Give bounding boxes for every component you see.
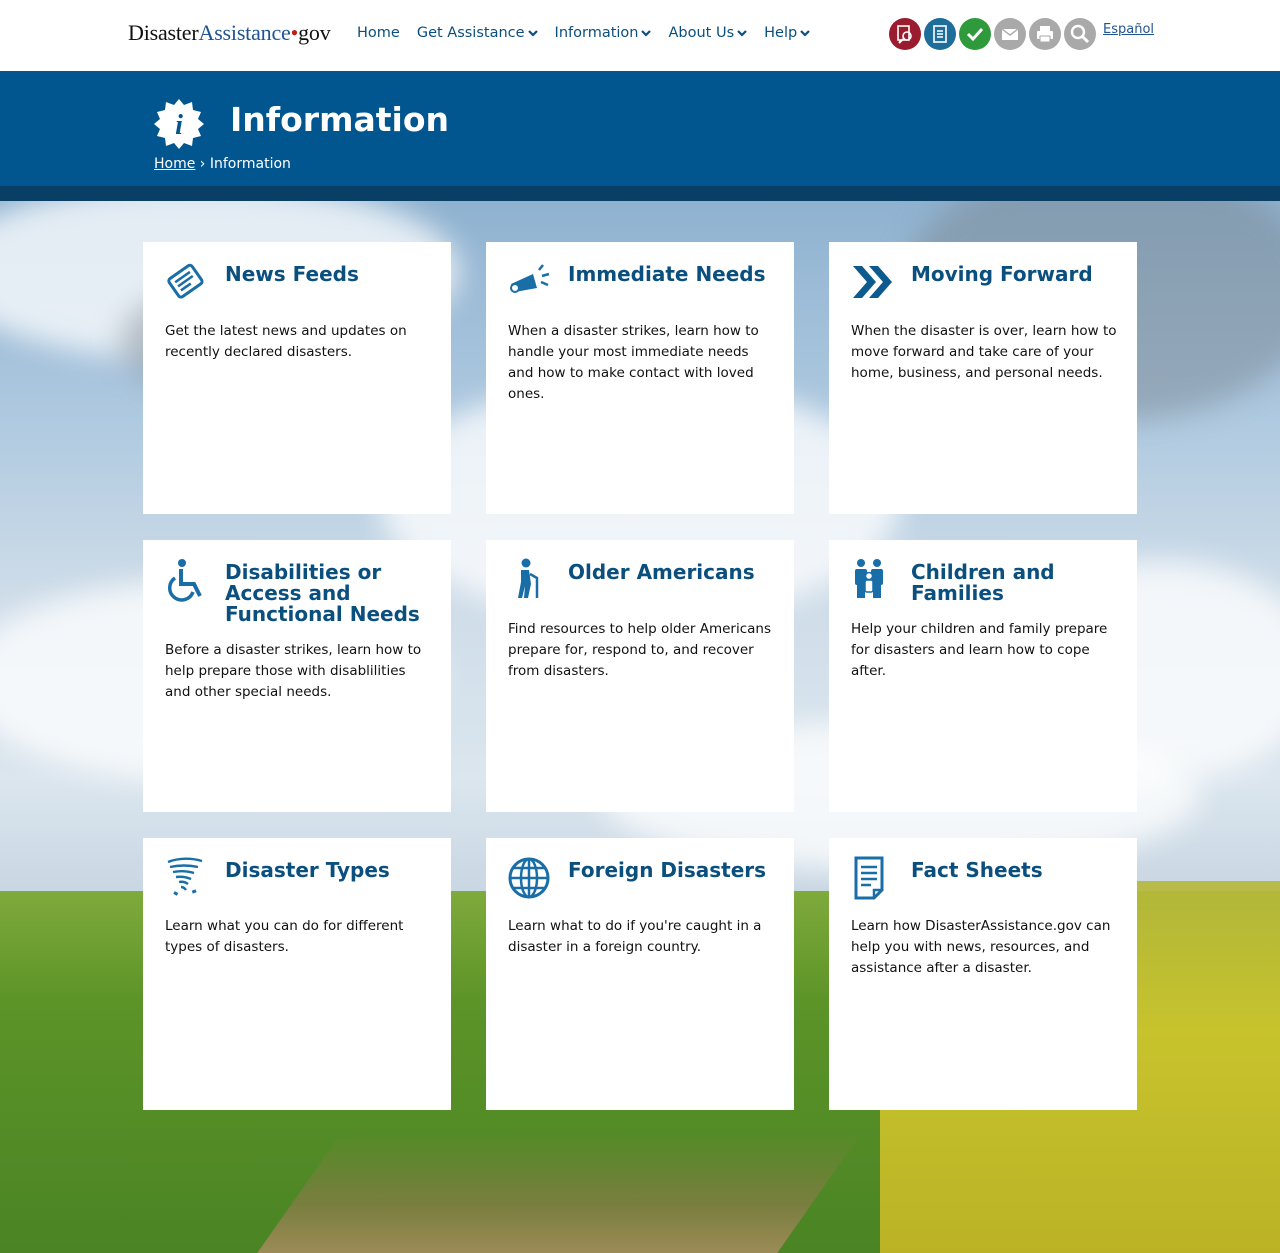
svg-text:i: i: [175, 110, 183, 141]
nav-about-us-label: About Us: [668, 25, 735, 41]
nav-information[interactable]: Information: [555, 25, 652, 41]
card-description: When the disaster is over, learn how to …: [851, 323, 1117, 381]
breadcrumb-home-link[interactable]: Home: [154, 156, 195, 172]
card-title: Older Americans: [568, 560, 755, 584]
breadcrumb-separator: ›: [199, 156, 206, 172]
megaphone-icon: [510, 264, 550, 293]
nav-get-assistance-label: Get Assistance: [416, 25, 525, 41]
page-title: Information: [230, 100, 449, 139]
nav-help-label: Help: [764, 25, 798, 41]
apply-online-button[interactable]: [889, 18, 921, 50]
card-title: Immediate Needs: [568, 262, 766, 286]
print-button[interactable]: [1029, 18, 1061, 50]
nav-about-us[interactable]: About Us: [668, 25, 747, 41]
card-news-feeds[interactable]: News Feeds Get the latest news and updat…: [143, 242, 451, 514]
newspaper-icon: [167, 263, 204, 299]
family-icon: [855, 559, 883, 598]
checklist-button[interactable]: [924, 18, 956, 50]
check-status-icon: [966, 27, 984, 42]
logo-text-gov: gov: [298, 20, 331, 45]
card-title: Fact Sheets: [911, 858, 1043, 882]
card-description: When a disaster strikes, learn how to ha…: [508, 323, 759, 402]
banner-divider: [0, 186, 1280, 201]
card-description: Learn how DisasterAssistance.gov can hel…: [851, 918, 1111, 976]
chevron-down-icon: [527, 30, 538, 37]
nav-help[interactable]: Help: [764, 25, 810, 41]
logo-text-disaster: Disaster: [128, 20, 199, 45]
card-title: News Feeds: [225, 262, 359, 286]
tornado-icon: [167, 857, 203, 896]
card-children-families[interactable]: Children and Families Help your children…: [829, 540, 1137, 812]
breadcrumb: Home › Information: [154, 156, 291, 172]
card-title: Disabilities or Access and Functional Ne…: [225, 560, 420, 626]
chevron-down-icon: [641, 30, 652, 37]
search-button[interactable]: [1064, 18, 1096, 50]
card-description: Help your children and family prepare fo…: [851, 621, 1108, 679]
card-title: Disaster Types: [225, 858, 390, 882]
site-logo[interactable]: DisasterAssistance•gov: [128, 20, 331, 46]
card-older-americans[interactable]: Older Americans Find resources to help o…: [486, 540, 794, 812]
wheelchair-icon: [167, 559, 202, 602]
utility-toolbar: [889, 18, 1096, 50]
nav-information-label: Information: [554, 25, 639, 41]
top-header: DisasterAssistance•gov Home Get Assistan…: [0, 0, 1280, 71]
card-immediate-needs[interactable]: Immediate Needs When a disaster strikes,…: [486, 242, 794, 514]
language-link-espanol[interactable]: Español: [1103, 22, 1154, 37]
logo-text-assistance: Assistance: [198, 20, 291, 45]
document-icon: [854, 856, 884, 900]
card-foreign-disasters[interactable]: Foreign Disasters Learn what to do if yo…: [486, 838, 794, 1110]
main-nav: Home Get Assistance Information About Us…: [357, 25, 827, 41]
email-icon: [1001, 28, 1019, 40]
card-title: Children and Families: [911, 560, 1055, 605]
info-badge-icon: i: [154, 99, 204, 149]
nav-get-assistance[interactable]: Get Assistance: [417, 25, 538, 41]
search-icon: [1070, 24, 1090, 44]
card-description: Get the latest news and updates on recen…: [165, 323, 407, 360]
apply-online-icon: [897, 25, 912, 44]
email-button[interactable]: [994, 18, 1026, 50]
breadcrumb-current: Information: [209, 156, 291, 172]
card-description: Learn what to do if you're caught in a d…: [508, 918, 762, 955]
chevron-down-icon: [737, 30, 747, 37]
card-title: Moving Forward: [911, 262, 1093, 286]
nav-home[interactable]: Home: [357, 25, 400, 41]
card-title: Foreign Disasters: [568, 858, 767, 882]
card-description: Before a disaster strikes, learn how to …: [165, 642, 422, 700]
chevron-down-icon: [800, 30, 810, 37]
checklist-icon: [933, 25, 947, 43]
card-description: Learn what you can do for different type…: [165, 918, 404, 955]
card-description: Find resources to help older Americans p…: [508, 621, 771, 679]
card-fact-sheets[interactable]: Fact Sheets Learn how DisasterAssistance…: [829, 838, 1137, 1110]
globe-icon: [508, 857, 550, 899]
logo-dot: •: [290, 20, 299, 45]
elder-cane-icon: [518, 558, 539, 598]
card-moving-forward[interactable]: Moving Forward When the disaster is over…: [829, 242, 1137, 514]
nav-home-label: Home: [357, 25, 400, 41]
check-status-button[interactable]: [959, 18, 991, 50]
print-icon: [1037, 26, 1053, 43]
card-disabilities[interactable]: Disabilities or Access and Functional Ne…: [143, 540, 451, 812]
double-chevron-icon: [853, 266, 892, 298]
card-disaster-types[interactable]: Disaster Types Learn what you can do for…: [143, 838, 451, 1110]
